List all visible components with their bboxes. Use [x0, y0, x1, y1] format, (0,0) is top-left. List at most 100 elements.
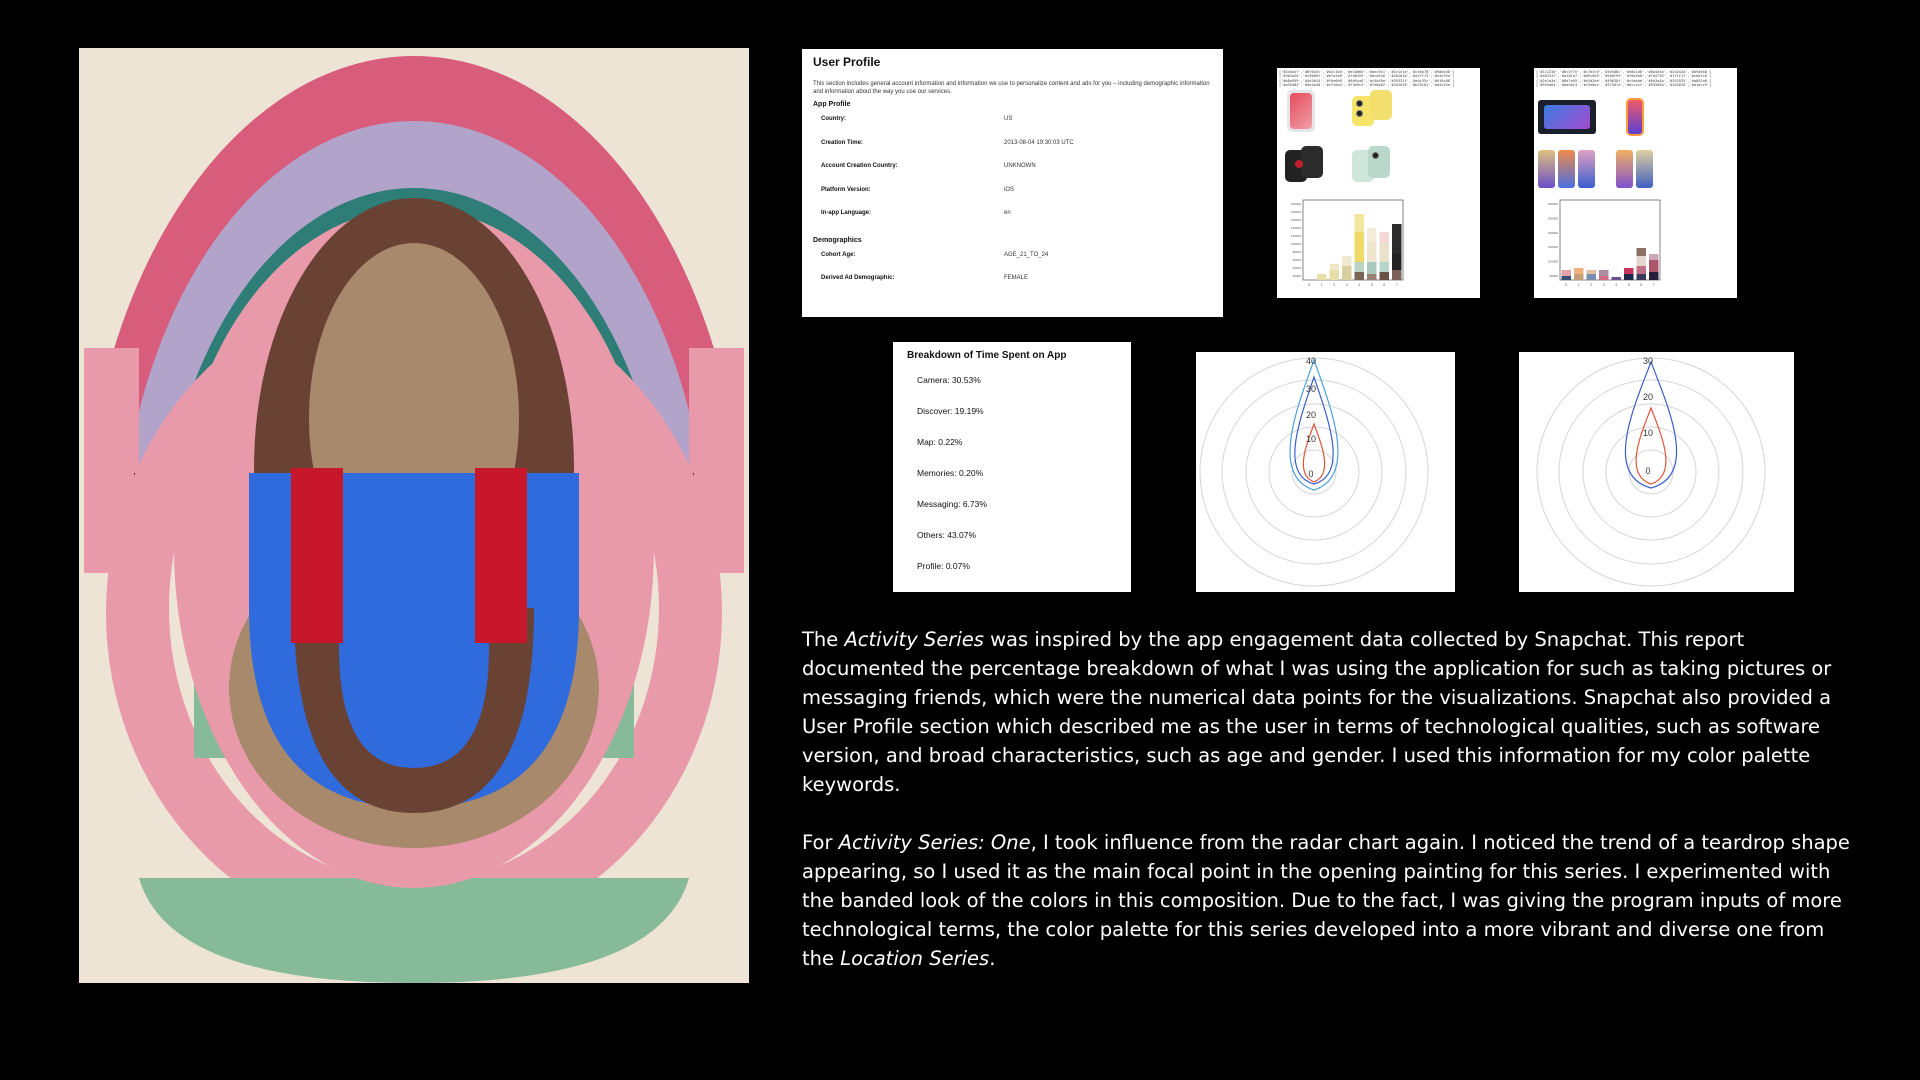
- p1-before: The: [802, 628, 845, 651]
- bar-segment: [1379, 242, 1389, 262]
- row-key: Cohort Age:: [821, 251, 856, 258]
- profile-row: Derived Ad Demographic: FEMALE: [813, 275, 1212, 299]
- row-key: Creation Time:: [821, 139, 863, 146]
- bar-segment: [1624, 274, 1634, 280]
- breakdown-item: Messaging: 6.73%: [917, 499, 987, 509]
- x-tick-label: 0: [1308, 283, 1310, 287]
- bar-segment: [1624, 268, 1634, 274]
- radar-series-line: [1635, 406, 1667, 485]
- devices-image: [1538, 100, 1596, 134]
- row-key: Derived Ad Demographic:: [821, 275, 895, 281]
- row-value: AGE_21_TO_24: [1004, 251, 1049, 258]
- y-tick-label: 150000: [1548, 245, 1558, 249]
- bar-segment: [1561, 276, 1571, 280]
- x-tick-label: 5: [1628, 283, 1630, 287]
- bar-segment: [1379, 232, 1389, 242]
- x-tick-label: 6: [1383, 283, 1385, 287]
- row-key: In-app Language:: [821, 210, 871, 216]
- bar-segment: [1649, 254, 1659, 260]
- radial-tick-label: 10: [1643, 428, 1653, 438]
- profile-row: Cohort Age: AGE_21_TO_24: [813, 252, 1212, 276]
- phone-image: [1626, 98, 1644, 136]
- color-code-text: ['#1c2230','#6c5f7e','#c7b3c9','#3e5d8c'…: [1536, 70, 1712, 88]
- profile-row: In-app Language: en: [813, 210, 1212, 234]
- radar-chart-right: 30 20 10 0: [1519, 352, 1794, 592]
- y-tick-label: 160000: [1291, 218, 1301, 222]
- p2-italic2: Location Series: [840, 947, 990, 970]
- x-tick-label: 6: [1640, 283, 1642, 287]
- paragraph-2: For Activity Series: One, I took influen…: [802, 828, 1862, 973]
- bar-segment: [1392, 254, 1402, 270]
- paragraph-1: The Activity Series was inspired by the …: [802, 625, 1862, 799]
- bar-segment: [1574, 274, 1584, 280]
- radar-grid-ring: [1605, 426, 1697, 518]
- x-tick-label: 4: [1358, 283, 1360, 287]
- y-tick-label: 40000: [1293, 266, 1302, 270]
- bar-segment: [1354, 262, 1364, 272]
- x-tick-label: 2: [1333, 283, 1335, 287]
- y-tick-label: 80000: [1293, 250, 1302, 254]
- profile-row: Creation Time: 2013-08-04 19:30:03 UTC: [813, 140, 1212, 164]
- bar-segment: [1367, 274, 1377, 280]
- bar-segment: [1392, 270, 1402, 280]
- row-value: US: [1004, 116, 1013, 122]
- bar-segment: [1649, 272, 1659, 280]
- row-key: Country:: [821, 116, 846, 122]
- breakdown-item: Camera: 30.53%: [917, 375, 981, 385]
- p2-before: For: [802, 831, 839, 854]
- breakdown-item: Map: 0.22%: [917, 437, 963, 447]
- p1-after: was inspired by the app engagement data …: [802, 628, 1832, 796]
- phone-image: [1352, 90, 1392, 130]
- y-tick-label: 200000: [1291, 202, 1301, 206]
- profile-row: Platform Version: iOS: [813, 187, 1212, 211]
- bar-segment: [1599, 270, 1609, 276]
- x-tick-label: 0: [1565, 283, 1567, 287]
- radial-tick-label: 20: [1643, 392, 1653, 402]
- profile-row: Account Creation Country: UNKNOWN: [813, 163, 1212, 187]
- radar-grid-ring: [1221, 379, 1407, 565]
- radial-tick-label: 10: [1306, 434, 1316, 444]
- bar-segment: [1342, 256, 1352, 266]
- bar-segment: [1574, 268, 1584, 274]
- x-tick-label: 7: [1396, 283, 1398, 287]
- user-profile-card: User Profile This section includes gener…: [802, 49, 1223, 317]
- x-tick-label: 3: [1603, 283, 1605, 287]
- row-value: en: [1004, 210, 1011, 216]
- product-sheet-right: ['#1c2230','#6c5f7e','#c7b3c9','#3e5d8c'…: [1534, 68, 1737, 298]
- x-tick-label: 4: [1615, 283, 1617, 287]
- description-text: The Activity Series was inspired by the …: [802, 625, 1862, 1002]
- bar-segment: [1636, 266, 1646, 274]
- bar-segment: [1367, 262, 1377, 274]
- y-tick-label: 300000: [1548, 202, 1558, 206]
- y-tick-label: 250000: [1548, 216, 1558, 220]
- y-tick-label: 20000: [1293, 274, 1302, 278]
- phone-image: [1352, 146, 1392, 186]
- bar-segment: [1636, 274, 1646, 280]
- y-tick-label: 100000: [1291, 242, 1301, 246]
- y-tick-label: 50000: [1550, 274, 1559, 278]
- breakdown-item: Profile: 0.07%: [917, 561, 970, 571]
- bar-segment: [1561, 270, 1571, 276]
- radar-chart-svg: 30 20 10 0: [1536, 356, 1766, 587]
- stacked-bar-chart: 2000001800001600001400001200001000008000…: [1291, 199, 1404, 287]
- p2-after: .: [989, 947, 996, 970]
- y-tick-label: 200000: [1548, 231, 1558, 235]
- bar-segment: [1379, 262, 1389, 272]
- stacked-bar-chart: 300000 250000 200000 150000 100000 50000 0 1 2 3 4…: [1548, 199, 1661, 287]
- y-tick-label: 180000: [1291, 210, 1301, 214]
- y-tick-label: 60000: [1293, 258, 1302, 262]
- radar-series-line: [1624, 360, 1678, 489]
- p1-italic: Activity Series: [844, 628, 984, 651]
- radial-tick-label: 40: [1306, 356, 1316, 366]
- profile-description: This section includes general account in…: [813, 81, 1210, 95]
- color-code-text: ['#2d3a4f','#8f6a5c','#d2c1b0','#e3d06b'…: [1279, 70, 1455, 88]
- x-tick-label: 1: [1578, 283, 1580, 287]
- radial-tick-label: 20: [1306, 410, 1316, 420]
- x-tick-label: 2: [1590, 283, 1592, 287]
- breakdown-item: Others: 43.07%: [917, 530, 977, 540]
- bar-segment: [1367, 228, 1377, 242]
- phone-image: [1287, 90, 1315, 132]
- y-tick-label: 100000: [1548, 260, 1558, 264]
- bar-segment: [1354, 214, 1364, 232]
- bar-segment: [1636, 256, 1646, 266]
